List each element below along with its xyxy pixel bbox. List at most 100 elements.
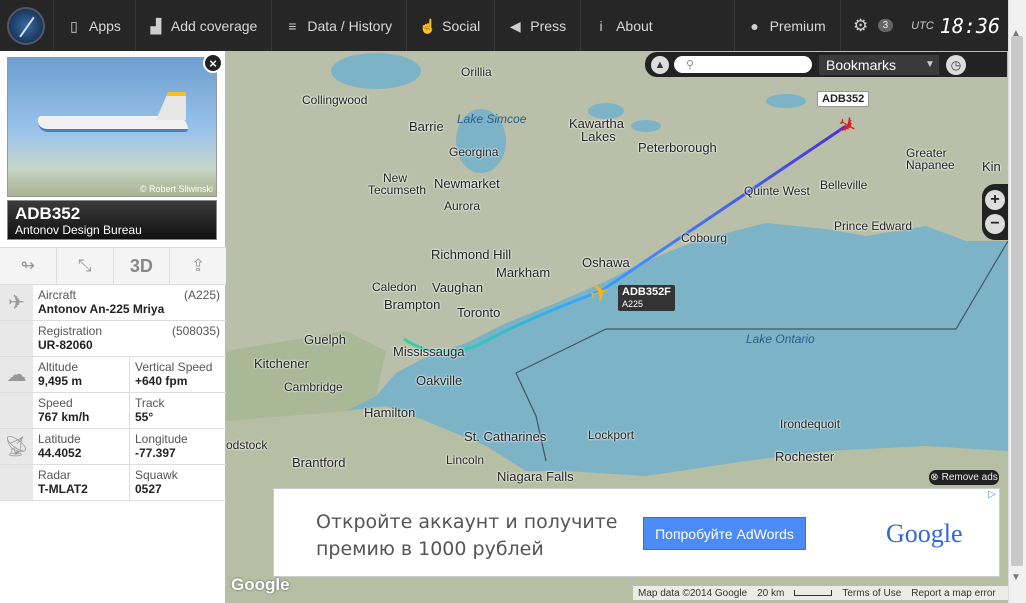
origin-flight-tag[interactable]: ADB352 — [817, 91, 870, 107]
map-label-collingwood: Collingwood — [302, 93, 368, 107]
3d-label: 3D — [129, 255, 153, 276]
search-icon: ⚲ — [686, 59, 695, 71]
selected-flight-tag[interactable]: ADB352F A225 — [618, 285, 675, 311]
flight-operator: Antonov Design Bureau — [15, 223, 142, 237]
flight-callsign: ADB352 — [15, 204, 81, 223]
map-scale: 20 km — [757, 587, 785, 599]
3d-view-button[interactable]: 3D — [114, 248, 171, 284]
vspeed-label: Vertical Speed — [135, 360, 213, 374]
adchoices-icon[interactable]: ▷ — [985, 489, 999, 502]
nav-add-coverage[interactable]: ▟ Add coverage — [134, 0, 271, 51]
altitude-cell: Altitude 9,495 m — [33, 357, 130, 392]
map-label-lockport: Lockport — [588, 428, 635, 442]
longitude-cell: Longitude -77.397 — [130, 429, 226, 464]
right-nav: ● Premium ⚙ 3 UTC 18:36 — [733, 0, 1026, 51]
georgian-bay — [331, 53, 421, 89]
nav-press-label: Press — [530, 17, 567, 34]
scroll-down-icon[interactable]: ▼ — [1011, 572, 1021, 583]
remove-ads-label: Remove ads — [941, 472, 998, 483]
route-icon: ↬ — [20, 256, 35, 275]
nav-data-history-label: Data / History — [307, 17, 393, 34]
nav-apps-label: Apps — [89, 17, 121, 34]
map-label-brantford: Brantford — [292, 455, 346, 470]
border-line-2 — [515, 372, 547, 462]
map-label-oshawa: Oshawa — [582, 255, 630, 270]
map-label-markham: Markham — [496, 265, 551, 280]
map-label-mississauga: Mississauga — [393, 344, 465, 359]
megaphone-icon: ◀ — [509, 17, 521, 34]
map-label-cobourg: Cobourg — [681, 231, 728, 245]
vspeed-value: +640 fpm — [135, 374, 188, 388]
ad-text-line2: премию в 1000 рублей — [316, 538, 544, 560]
bookmarks-dropdown[interactable]: Bookmarks ▼ — [819, 54, 939, 75]
report-error-link[interactable]: Report a map error — [911, 588, 995, 599]
nav-press[interactable]: ◀ Press — [494, 0, 580, 51]
premium-label: Premium — [769, 17, 826, 34]
route-button[interactable]: ↬ — [0, 248, 57, 284]
aircraft-value: Antonov An-225 Mriya — [38, 302, 165, 316]
app-logo-icon[interactable] — [7, 6, 45, 45]
ad-banner[interactable]: Откройте аккаунт и получите премию в 1000… — [273, 488, 1000, 577]
database-icon: ≡ — [288, 17, 297, 34]
nav-social[interactable]: ☝ Social — [406, 0, 494, 51]
flight-tag-type: A225 — [622, 299, 644, 309]
phone-icon: ▯ — [70, 17, 78, 34]
close-panel-button[interactable]: × — [203, 53, 223, 73]
aircraft-cell: Aircraft Antonov An-225 Mriya (A225) — [33, 285, 226, 320]
ad-text-line1: Откройте аккаунт и получите — [316, 511, 618, 533]
airplane-icon: ✈ — [0, 285, 33, 320]
map-label-oakville: Oakville — [416, 373, 463, 388]
info-icon: i — [599, 17, 603, 34]
user-icon: ● — [750, 17, 759, 34]
map-label-quinte-west: Quinte West — [744, 184, 810, 198]
aircraft-photo[interactable]: © Robert Sliwinski — [7, 57, 217, 197]
nav-data-history[interactable]: ≡ Data / History — [271, 0, 406, 51]
close-circle-icon: ⊗ — [930, 472, 939, 483]
flight-tag-callsign: ADB352F — [622, 286, 671, 298]
share-button[interactable]: ⇪ — [170, 248, 226, 284]
search-input[interactable] — [674, 56, 812, 73]
map-label-rochester: Rochester — [775, 449, 835, 464]
ad-cta-button[interactable]: Попробуйте AdWords — [643, 517, 806, 550]
nav-about[interactable]: i About — [580, 0, 667, 51]
squawk-cell: Squawk 0527 — [130, 465, 226, 500]
map-label-newmarket: Newmarket — [434, 176, 500, 191]
registration-row: Registration UR-82060 (508035) — [0, 321, 226, 357]
speed-cell: Speed 767 km/h — [33, 393, 130, 428]
bookmarks-label: Bookmarks — [826, 56, 897, 73]
aircraft-code: (A225) — [183, 288, 220, 302]
chevron-up-icon[interactable]: ▲ — [651, 55, 669, 74]
zoom-controls: + − — [982, 184, 1008, 240]
map-label-lake-ontario: Lake Ontario — [746, 332, 815, 346]
nav-apps[interactable]: ▯ Apps — [53, 0, 135, 51]
nav-premium[interactable]: ● Premium — [733, 0, 840, 51]
scrollbar-thumb[interactable] — [1011, 36, 1023, 566]
blank-icon — [0, 321, 33, 356]
map-label-cambridge: Cambridge — [284, 380, 343, 394]
follow-button[interactable]: ⤡ — [57, 248, 114, 284]
altitude-label: Altitude — [38, 360, 79, 374]
clock-icon[interactable]: ◷ — [946, 54, 966, 75]
settings-button[interactable]: ⚙ 3 — [839, 0, 898, 51]
remove-ads-button[interactable]: ⊗ Remove ads — [929, 470, 999, 485]
share-icon: ⇪ — [191, 256, 206, 275]
map-label-odstock: odstock — [226, 438, 268, 452]
squawk-value: 0527 — [135, 482, 162, 496]
map-label-barrie: Barrie — [409, 119, 444, 134]
photo-credit: © Robert Sliwinski — [139, 184, 213, 194]
terms-link[interactable]: Terms of Use — [842, 588, 901, 599]
signal-icon: ▟ — [150, 17, 162, 34]
map-label-vaughan: Vaughan — [432, 280, 484, 295]
map-label-hamilton: Hamilton — [364, 405, 416, 420]
map-label-lincoln: Lincoln — [446, 453, 485, 467]
blank-icon — [0, 393, 33, 428]
map-label-lakes: Lakes — [581, 129, 616, 144]
scroll-up-icon[interactable]: ▲ — [1011, 28, 1021, 39]
zoom-in-button[interactable]: + — [985, 190, 1005, 210]
cloud-icon: ☁ — [0, 357, 33, 392]
altitude-row: ☁ Altitude 9,495 m Vertical Speed +640 f… — [0, 357, 226, 393]
map-label-guelph: Guelph — [304, 332, 346, 347]
zoom-out-button[interactable]: − — [985, 214, 1005, 234]
caret-down-icon: ▼ — [925, 59, 935, 70]
settings-badge: 3 — [877, 19, 894, 32]
